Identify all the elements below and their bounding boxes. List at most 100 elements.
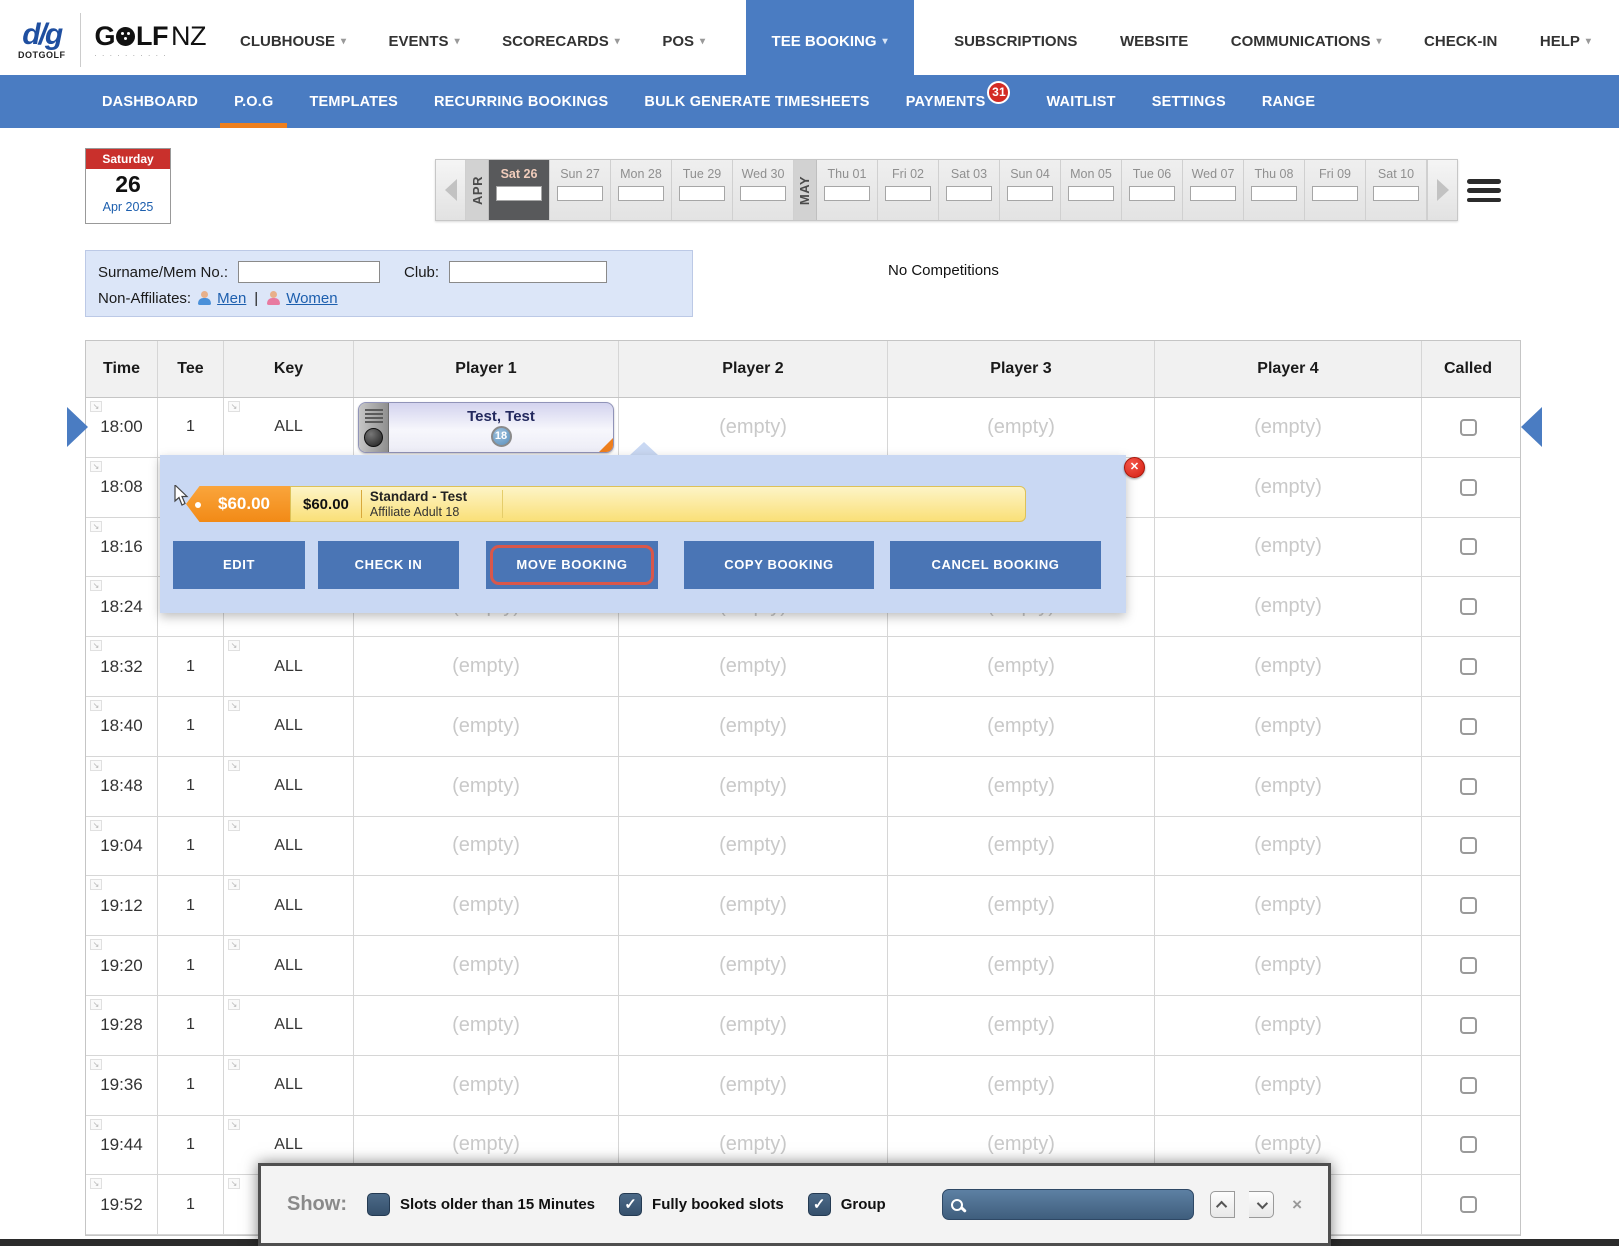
player-3-cell[interactable]: (empty): [888, 697, 1155, 756]
calendar-day-fri-09[interactable]: Fri 09: [1305, 160, 1366, 220]
subnav-item-range[interactable]: RANGE: [1262, 75, 1315, 128]
player-3-cell[interactable]: (empty): [888, 936, 1155, 995]
hamburger-menu-icon[interactable]: [1467, 179, 1501, 202]
surname-input[interactable]: [238, 261, 380, 283]
calendar-day-fri-02[interactable]: Fri 02: [878, 160, 939, 220]
calendar-day-count-input[interactable]: [1068, 186, 1114, 201]
player-3-cell[interactable]: (empty): [888, 637, 1155, 696]
player-4-cell[interactable]: (empty): [1155, 398, 1422, 457]
player-3-cell[interactable]: (empty): [888, 398, 1155, 457]
called-checkbox[interactable]: [1460, 1077, 1477, 1094]
clear-icon[interactable]: ×: [1292, 1195, 1302, 1215]
calendar-day-wed-30[interactable]: Wed 30: [733, 160, 794, 220]
player-4-cell[interactable]: (empty): [1155, 637, 1422, 696]
show-checkbox-fully-booked-slots[interactable]: ✓: [619, 1193, 642, 1216]
player-4-cell[interactable]: (empty): [1155, 1056, 1422, 1115]
calendar-day-count-input[interactable]: [1007, 186, 1053, 201]
subnav-item-waitlist[interactable]: WAITLIST: [1046, 75, 1115, 128]
player-3-cell[interactable]: (empty): [888, 876, 1155, 935]
calendar-day-count-input[interactable]: [740, 186, 786, 201]
player-3-cell[interactable]: (empty): [888, 996, 1155, 1055]
called-checkbox[interactable]: [1460, 1017, 1477, 1034]
player-4-cell[interactable]: (empty): [1155, 996, 1422, 1055]
calendar-day-sun-04[interactable]: Sun 04: [1000, 160, 1061, 220]
calendar-day-count-input[interactable]: [1251, 186, 1297, 201]
calendar-day-wed-07[interactable]: Wed 07: [1183, 160, 1244, 220]
topnav-item-check-in[interactable]: CHECK-IN: [1422, 8, 1499, 75]
player-4-cell[interactable]: (empty): [1155, 458, 1422, 517]
calendar-day-count-input[interactable]: [496, 186, 542, 201]
subnav-item-dashboard[interactable]: DASHBOARD: [102, 75, 198, 128]
calendar-day-sun-27[interactable]: Sun 27: [550, 160, 611, 220]
calendar-day-thu-08[interactable]: Thu 08: [1244, 160, 1305, 220]
calendar-day-count-input[interactable]: [618, 186, 664, 201]
selected-date-card[interactable]: Saturday 26 Apr 2025: [85, 148, 171, 224]
player-1-cell[interactable]: (empty): [354, 936, 619, 995]
player-2-cell[interactable]: (empty): [619, 876, 888, 935]
calendar-day-tue-29[interactable]: Tue 29: [672, 160, 733, 220]
player-4-cell[interactable]: (empty): [1155, 577, 1422, 636]
called-checkbox[interactable]: [1460, 837, 1477, 854]
player-4-cell[interactable]: (empty): [1155, 757, 1422, 816]
called-checkbox[interactable]: [1460, 897, 1477, 914]
topnav-item-scorecards[interactable]: SCORECARDS▾: [500, 8, 622, 75]
booking-chip[interactable]: Test, Test18: [358, 402, 614, 453]
topnav-item-website[interactable]: WEBSITE: [1118, 8, 1190, 75]
called-checkbox[interactable]: [1460, 718, 1477, 735]
calendar-day-sat-03[interactable]: Sat 03: [939, 160, 1000, 220]
player-4-cell[interactable]: (empty): [1155, 697, 1422, 756]
calendar-next-button[interactable]: [1427, 160, 1457, 220]
move-booking-button[interactable]: MOVE BOOKING: [486, 541, 658, 589]
subnav-item-bulk-generate-timesheets[interactable]: BULK GENERATE TIMESHEETS: [644, 75, 869, 128]
calendar-day-count-input[interactable]: [1373, 186, 1419, 201]
player-3-cell[interactable]: (empty): [888, 757, 1155, 816]
topnav-item-subscriptions[interactable]: SUBSCRIPTIONS: [952, 8, 1079, 75]
player-1-cell[interactable]: (empty): [354, 1056, 619, 1115]
player-2-cell[interactable]: (empty): [619, 637, 888, 696]
player-2-cell[interactable]: (empty): [619, 1056, 888, 1115]
called-checkbox[interactable]: [1460, 479, 1477, 496]
called-checkbox[interactable]: [1460, 1136, 1477, 1153]
player-2-cell[interactable]: (empty): [619, 936, 888, 995]
player-3-cell[interactable]: (empty): [888, 1056, 1155, 1115]
player-2-cell[interactable]: (empty): [619, 697, 888, 756]
calendar-day-mon-05[interactable]: Mon 05: [1061, 160, 1122, 220]
player-1-cell[interactable]: (empty): [354, 817, 619, 876]
called-checkbox[interactable]: [1460, 598, 1477, 615]
copy-booking-button[interactable]: COPY BOOKING: [684, 541, 874, 589]
player-1-cell[interactable]: (empty): [354, 697, 619, 756]
called-checkbox[interactable]: [1460, 1196, 1477, 1213]
close-icon[interactable]: ✕: [1124, 457, 1145, 478]
edit-button[interactable]: EDIT: [173, 541, 305, 589]
topnav-item-tee-booking[interactable]: TEE BOOKING▾: [746, 0, 914, 75]
topnav-item-clubhouse[interactable]: CLUBHOUSE▾: [238, 8, 348, 75]
calendar-day-sat-26[interactable]: Sat 26: [489, 160, 550, 220]
men-link[interactable]: Men: [217, 290, 246, 307]
subnav-item-templates[interactable]: TEMPLATES: [309, 75, 398, 128]
player-4-cell[interactable]: (empty): [1155, 936, 1422, 995]
club-input[interactable]: [449, 261, 607, 283]
subnav-item-recurring-bookings[interactable]: RECURRING BOOKINGS: [434, 75, 608, 128]
called-checkbox[interactable]: [1460, 419, 1477, 436]
subnav-item-p-o-g[interactable]: P.O.G: [234, 75, 273, 128]
player-1-cell[interactable]: Test, Test18: [354, 398, 619, 457]
calendar-day-mon-28[interactable]: Mon 28: [611, 160, 672, 220]
topnav-item-pos[interactable]: POS▾: [660, 8, 707, 75]
cancel-booking-button[interactable]: CANCEL BOOKING: [890, 541, 1101, 589]
calendar-day-count-input[interactable]: [946, 186, 992, 201]
topnav-item-help[interactable]: HELP▾: [1538, 8, 1593, 75]
player-4-cell[interactable]: (empty): [1155, 817, 1422, 876]
women-link[interactable]: Women: [286, 290, 337, 307]
called-checkbox[interactable]: [1460, 538, 1477, 555]
called-checkbox[interactable]: [1460, 957, 1477, 974]
calendar-day-count-input[interactable]: [1190, 186, 1236, 201]
calendar-day-count-input[interactable]: [824, 186, 870, 201]
calendar-prev-button[interactable]: [436, 160, 466, 220]
player-2-cell[interactable]: (empty): [619, 817, 888, 876]
search-next-button[interactable]: [1249, 1191, 1274, 1218]
calendar-day-count-input[interactable]: [557, 186, 603, 201]
show-checkbox-slots-older-than-15-minutes[interactable]: [367, 1193, 390, 1216]
player-4-cell[interactable]: (empty): [1155, 518, 1422, 577]
player-4-cell[interactable]: (empty): [1155, 876, 1422, 935]
player-2-cell[interactable]: (empty): [619, 398, 888, 457]
